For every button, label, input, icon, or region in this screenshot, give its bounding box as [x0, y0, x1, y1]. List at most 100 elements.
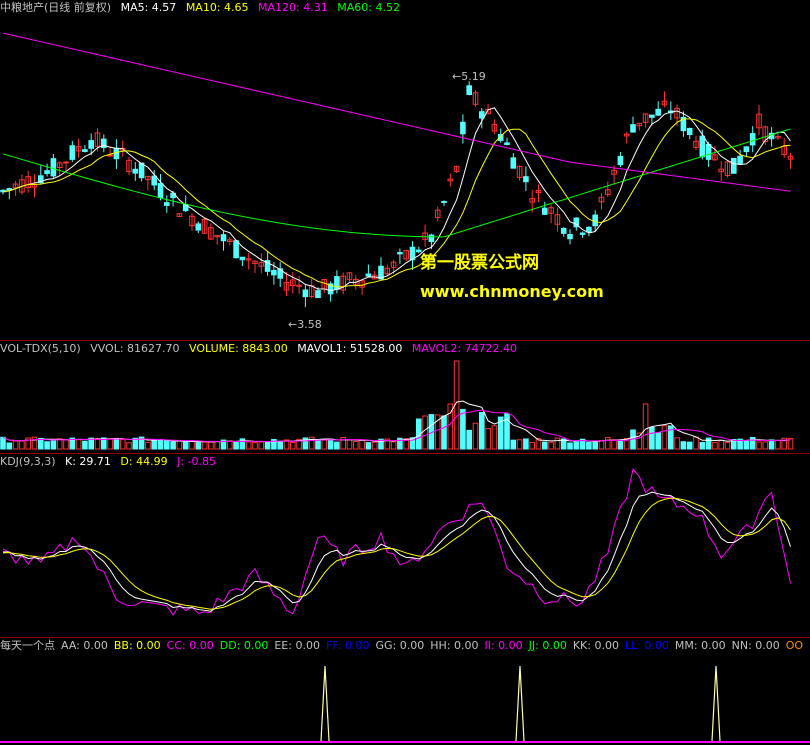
- candle-body: [132, 168, 139, 174]
- volume-bar: [567, 442, 573, 450]
- volume-bar: [390, 441, 397, 450]
- candle-body: [510, 157, 517, 169]
- candle-body: [479, 111, 485, 119]
- candle-body: [164, 202, 170, 206]
- candle-body: [239, 256, 246, 261]
- volume-bar: [705, 437, 712, 450]
- candle-body: [397, 252, 403, 255]
- signal-spike: [515, 665, 525, 742]
- volume-bar: [573, 441, 580, 450]
- volume-bar: [107, 438, 113, 450]
- volume-bar: [642, 403, 649, 450]
- high-price-label: 5.19: [461, 70, 486, 83]
- kdj-j-line: [2, 468, 791, 616]
- candlestick-panel[interactable]: 中粮地产(日线 前复权) MA5: 4.57 MA10: 4.65 MA120:…: [0, 0, 810, 340]
- volume-bar: [321, 439, 328, 450]
- kdj-d-line: [2, 497, 791, 610]
- kdj-chart[interactable]: [0, 454, 810, 637]
- volume-bar: [315, 440, 321, 450]
- volume-bar: [542, 441, 548, 450]
- volume-bar: [353, 441, 359, 450]
- volume-bar: [182, 440, 189, 450]
- low-price-label: 3.58: [297, 318, 322, 331]
- candle-body: [617, 155, 624, 166]
- volume-bar: [208, 441, 214, 450]
- volume-bar: [460, 408, 466, 450]
- volume-bar: [113, 438, 120, 450]
- candle-body: [579, 232, 586, 235]
- candle-body: [365, 273, 372, 277]
- volume-bar: [31, 436, 38, 450]
- candlestick-chart[interactable]: [0, 0, 810, 340]
- kdj-k-line: [2, 491, 791, 612]
- volume-bar: [693, 436, 699, 450]
- candle-body: [6, 188, 13, 191]
- candle-body: [705, 143, 712, 160]
- low-price-annotation: ←3.58: [288, 318, 322, 331]
- volume-bar: [82, 440, 88, 450]
- volume-bar: [649, 426, 655, 450]
- candle-body: [466, 85, 472, 96]
- volume-bar: [441, 415, 447, 450]
- candle-body: [504, 142, 510, 145]
- candle-body: [302, 289, 309, 298]
- candle-body: [441, 200, 447, 203]
- volume-bar: [145, 441, 151, 450]
- candle-body: [151, 175, 157, 186]
- volume-bar: [12, 440, 19, 450]
- volume-bar: [655, 432, 662, 450]
- candle-body: [731, 157, 737, 174]
- candle-body: [63, 161, 69, 164]
- volume-bar: [768, 439, 775, 450]
- ma10-line: [2, 118, 791, 288]
- volume-bar: [6, 442, 13, 450]
- candle-body: [315, 290, 321, 299]
- signal-spike: [711, 665, 721, 742]
- volume-chart[interactable]: [0, 341, 810, 453]
- signal-panel[interactable]: 每天一个点 AA: 0.00 BB: 0.00 CC: 0.00 DD: 0.00 EE:…: [0, 638, 810, 745]
- candle-body: [542, 207, 548, 215]
- volume-bar: [334, 441, 340, 450]
- candle-body: [699, 135, 706, 158]
- candle-body: [233, 240, 239, 259]
- volume-bar: [661, 425, 668, 450]
- kdj-panel[interactable]: KDJ(9,3,3) K: 29.71 D: 44.99 J: -0.85: [0, 454, 810, 637]
- volume-bar: [38, 437, 44, 450]
- volume-bar: [718, 439, 725, 450]
- volume-bar: [371, 441, 378, 450]
- volume-bar: [365, 442, 372, 450]
- volume-bar: [617, 439, 624, 450]
- volume-bar: [264, 441, 271, 450]
- candle-body: [88, 140, 95, 149]
- candle-body: [50, 158, 57, 177]
- volume-bar: [327, 438, 334, 450]
- volume-bar: [214, 440, 220, 450]
- high-price-annotation: ←5.19: [452, 70, 486, 83]
- candle-body: [195, 223, 202, 231]
- candle-body: [649, 114, 655, 118]
- candle-body: [630, 124, 636, 133]
- volume-bar: [233, 441, 239, 450]
- volume-bar: [19, 440, 25, 450]
- candle-body: [69, 145, 76, 160]
- signal-chart[interactable]: [0, 638, 810, 745]
- volume-bar: [466, 429, 472, 450]
- candle-body: [592, 214, 599, 227]
- volume-bar: [592, 440, 599, 450]
- candle-body: [157, 183, 164, 199]
- volume-panel[interactable]: VOL-TDX(5,10) VVOL: 81627.70 VOLUME: 884…: [0, 341, 810, 453]
- watermark-title: 第一股票公式网: [420, 253, 539, 273]
- volume-bar: [756, 441, 762, 450]
- volume-bar: [712, 442, 718, 450]
- candle-body: [334, 276, 340, 290]
- volume-bar: [0, 436, 6, 450]
- volume-bar: [359, 439, 365, 450]
- candle-body: [743, 146, 750, 153]
- volume-bar: [598, 439, 605, 450]
- volume-bar: [724, 441, 731, 450]
- candle-body: [82, 149, 88, 152]
- ma60-line: [2, 128, 791, 238]
- signal-spike: [320, 665, 330, 742]
- volume-bar: [195, 441, 202, 450]
- volume-bar: [201, 441, 208, 450]
